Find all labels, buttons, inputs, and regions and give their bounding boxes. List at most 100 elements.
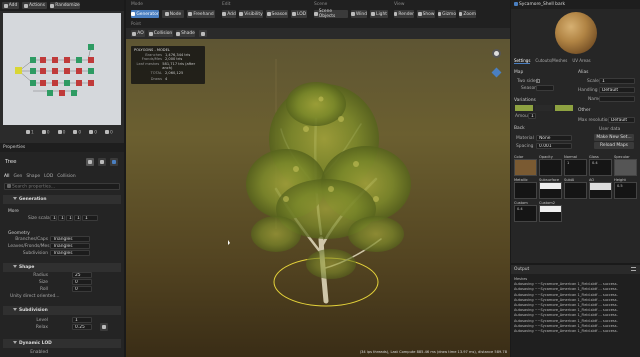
size-scale-1[interactable]: 1 <box>50 215 57 221</box>
map-normal[interactable]: Normal 1 <box>564 155 587 176</box>
tab-settings[interactable]: Settings <box>514 58 531 64</box>
curve-edit-button[interactable] <box>100 323 108 331</box>
edit-season-button[interactable]: Season <box>266 10 288 18</box>
3d-viewport[interactable]: POLYGONS - MODEL Branches 1,476,344 tris … <box>126 39 510 357</box>
variation-swatch-2[interactable] <box>535 105 553 111</box>
scene-wind-button[interactable]: Wind <box>351 10 367 18</box>
geometry-row-2-select[interactable]: Triangles <box>50 243 90 249</box>
size-scale-4[interactable]: 1 <box>74 215 81 221</box>
map-ao[interactable]: AO <box>589 178 612 199</box>
map-opacity-thumb[interactable] <box>539 159 562 176</box>
geometry-row-1-select[interactable]: Triangles <box>50 236 90 242</box>
geometry-row-3-select[interactable]: Triangles <box>50 250 90 256</box>
filter-shape[interactable]: Shape <box>26 174 40 179</box>
map-specular[interactable]: Specular <box>614 155 637 176</box>
map-custom2-thumb[interactable] <box>539 205 562 222</box>
map-color[interactable]: Color <box>514 155 537 176</box>
property-search-input[interactable]: Search properties... <box>4 183 120 190</box>
map-gloss-thumb[interactable]: 0.4 <box>589 159 612 176</box>
map-subsurface[interactable]: Subsurface <box>539 178 562 199</box>
amount-field[interactable]: 1 <box>528 113 536 119</box>
map-custom-thumb[interactable]: 0.4 <box>514 205 537 222</box>
subdivision-section-header[interactable]: Subdivision <box>3 306 121 315</box>
output-menu-icon[interactable] <box>631 267 636 271</box>
handling-select[interactable]: Default <box>599 87 635 93</box>
pin-button[interactable] <box>86 158 94 166</box>
edit-visibility-button[interactable]: Visibility <box>239 10 263 18</box>
filter-collision[interactable]: Collision <box>57 174 75 179</box>
edit-add-button[interactable]: Add <box>222 10 236 18</box>
season-field[interactable] <box>536 85 554 91</box>
subdivision-level-field[interactable]: 1 <box>72 317 92 323</box>
variation-swatch-1[interactable] <box>515 105 533 111</box>
point-ao-label: AO <box>137 31 144 36</box>
max-resolution-select[interactable]: Default <box>608 117 635 123</box>
point-pencil-button[interactable] <box>199 30 207 37</box>
make-new-set-button[interactable]: Make New Set... <box>594 134 634 141</box>
filter-all[interactable]: All <box>4 174 9 179</box>
help-button[interactable] <box>110 158 118 166</box>
map-subal-thumb[interactable] <box>564 182 587 199</box>
scale-field[interactable]: 1 <box>599 78 635 84</box>
output-tab[interactable]: Output <box>511 265 640 274</box>
reload-maps-button[interactable]: Reload Maps <box>594 142 634 149</box>
view-zoom-button[interactable]: Zoom <box>459 10 476 18</box>
lock-button[interactable] <box>98 158 106 166</box>
tab-uv-areas[interactable]: UV Areas <box>572 58 590 64</box>
graph-randomize-button[interactable]: Randomize <box>50 2 80 9</box>
map-subsurface-thumb[interactable] <box>539 182 562 199</box>
map-gloss[interactable]: Gloss 0.4 <box>589 155 612 176</box>
filter-lod[interactable]: LOD <box>44 174 53 179</box>
mode-node-button[interactable]: Node <box>162 10 184 18</box>
shape-section-header[interactable]: Shape <box>3 263 121 272</box>
point-shade-button[interactable]: Shade <box>176 30 195 37</box>
map-opacity[interactable]: Opacity <box>539 155 562 176</box>
view-show-button[interactable]: Show <box>417 10 435 18</box>
shape-radius-field[interactable]: 25 <box>72 272 92 278</box>
edit-lod-button[interactable]: LOD <box>291 10 307 18</box>
tab-cutouts-meshes[interactable]: Cutouts/Meshes <box>535 58 567 64</box>
size-scale-3[interactable]: 1 <box>66 215 73 221</box>
map-subal[interactable]: SubAl <box>564 178 587 199</box>
dynamic-lod-section-header[interactable]: Dynamic LOD <box>3 339 121 348</box>
map-normal-thumb[interactable]: 1 <box>564 159 587 176</box>
map-metallic[interactable]: Metallic <box>514 178 537 199</box>
back-material-select[interactable]: None <box>536 135 572 141</box>
point-toolbar: AO Collision Shade <box>126 28 510 39</box>
point-ao-button[interactable]: AO <box>131 30 145 37</box>
size-scale-2[interactable]: 1 <box>58 215 65 221</box>
subdivision-relax-field[interactable]: 0.25 <box>72 324 92 330</box>
size-scale-5[interactable]: 1 <box>82 215 98 221</box>
properties-tab[interactable]: Properties <box>0 143 124 152</box>
shape-size-field[interactable]: 0 <box>72 279 92 285</box>
material-preview-sphere[interactable] <box>555 12 597 54</box>
graph-canvas[interactable] <box>3 13 121 125</box>
view-render-button[interactable]: Render <box>394 10 414 18</box>
map-height-thumb[interactable]: 0.5 <box>614 182 637 199</box>
light-direction-icon[interactable] <box>492 49 501 58</box>
variation-swatch-3[interactable] <box>555 105 573 111</box>
two-sided-checkbox[interactable] <box>536 79 540 83</box>
graph-add-button[interactable]: Add <box>2 2 19 9</box>
map-ao-thumb[interactable] <box>589 182 612 199</box>
stats-total-key: TOTAL <box>150 70 162 75</box>
map-custom2[interactable]: Custom2 <box>539 201 562 222</box>
name-field[interactable] <box>599 96 635 102</box>
scene-objects-button[interactable]: Scene Objects <box>314 9 348 19</box>
map-color-thumb[interactable] <box>514 159 537 176</box>
filter-gen[interactable]: Gen <box>13 174 22 179</box>
mode-freehand-button[interactable]: Freehand <box>187 10 215 18</box>
scene-light-button[interactable]: Light <box>370 10 388 18</box>
generation-section-header[interactable]: Generation <box>3 195 121 204</box>
point-collision-button[interactable]: Collision <box>148 30 173 37</box>
variation-swatches[interactable] <box>515 105 573 111</box>
map-height[interactable]: Height 0.5 <box>614 178 637 199</box>
spacing-field[interactable]: 0.001 <box>536 143 572 149</box>
map-custom[interactable]: Custom 0.4 <box>514 201 537 222</box>
graph-actions-button[interactable]: Actions <box>22 2 47 9</box>
map-metallic-thumb[interactable] <box>514 182 537 199</box>
shape-roll-field[interactable]: 0 <box>72 286 92 292</box>
mode-generator-button[interactable]: Generator <box>131 10 159 18</box>
view-gizmo-button[interactable]: Gizmo <box>438 10 456 18</box>
map-specular-thumb[interactable] <box>614 159 637 176</box>
